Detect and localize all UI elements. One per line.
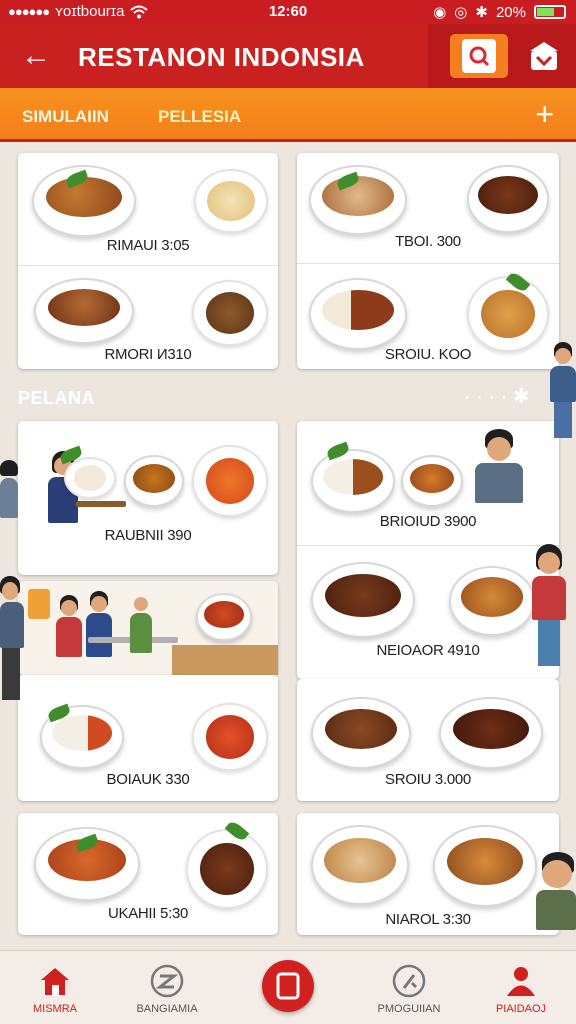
food-bowl-image [467,165,549,233]
food-bowl-image [124,455,184,507]
menu-item-label: TBOI. 300 [395,233,461,250]
menu-item-label: BOIAUK 330 [106,771,190,788]
food-bowl-image [311,449,395,513]
food-bowl-image [433,825,537,907]
home-icon [41,968,69,995]
tab-bar: SIMULAIIN PELLESIA + [0,88,576,142]
food-bowl-image [34,278,134,344]
shop-button[interactable] [526,38,562,74]
food-plate-image [64,457,116,499]
nav-category[interactable]: BANGIAMIA [112,951,222,1024]
menu-item-label: SROIU. KOO [384,346,472,363]
eye-icon: ◎ [454,4,468,21]
waitress-illustration [526,544,570,668]
menu-item-label: UKAHII 5:30 [107,905,189,922]
menu-item-label: NIAROL 3:30 [385,911,471,928]
food-bowl-image [311,825,409,905]
menu-card[interactable]: UKAHII 5:30 [18,813,278,935]
food-plate-image [192,280,268,346]
food-plate-image [192,445,268,517]
food-bowl-image [311,562,415,638]
food-bowl-image [449,566,535,636]
food-bowl-image [401,455,463,507]
nav-home-label: MISMRA [33,1003,77,1015]
category-icon [150,964,184,998]
customer-illustration [0,576,24,702]
battery-icon [534,5,566,19]
food-plate-image [186,829,268,909]
food-bowl-image [311,697,411,769]
eating-customer-illustration [532,852,576,932]
bluetooth-icon: ✱ [475,4,488,21]
menu-item-label: RIMAUI 3:05 [106,237,190,254]
menu-card[interactable]: BOIAUK 330 [18,675,278,801]
menu-item-label: SROIU 3.000 [385,771,471,788]
customer-illustration [0,460,18,530]
menu-card[interactable]: NIAROL 3:30 [297,813,559,935]
tab-simulaiin[interactable]: SIMULAIIN [22,107,109,127]
menu-card[interactable]: BRIOIUD 3900 NEIOAOR 4910 [297,421,559,679]
nav-home[interactable]: MISMRA [0,951,110,1024]
shop-box-icon [530,42,558,70]
add-tab-button[interactable]: + [535,96,554,133]
menu-item-label: NEIOAOR 4910 [376,642,480,659]
search-button[interactable] [450,34,508,78]
order-icon [392,964,426,998]
menu-card[interactable]: TBOI. 300 SROIU. KOO [297,153,559,369]
nav-order[interactable]: PMOGUIIAN [354,951,464,1024]
menu-card[interactable]: SROIU 3.000 [297,679,559,801]
profile-icon [507,967,535,996]
menu-item-label: BRIOIUD 3900 [379,513,477,530]
location-icon: ◉ [433,4,447,21]
food-plate-image [467,276,549,352]
menu-card[interactable]: RIMAUI 3:05 RMORI И310 [18,153,278,369]
chef-illustration [469,429,529,515]
food-plate-image [192,703,268,771]
cart-icon [276,972,300,1000]
page-title: RESTANON INDONSIA [78,42,365,72]
menu-item-label: RMORI И310 [104,346,192,363]
app-header: ← RESTANON INDONSIA [0,24,576,88]
search-icon [469,46,490,67]
food-plate-image [194,169,268,233]
food-bowl-image [309,278,407,350]
nav-profile-label: PIAIDAOJ [495,1003,547,1015]
nav-order-label: PMOGUIIAN [377,1003,441,1015]
food-bowl-image [439,697,543,769]
nav-profile[interactable]: PIAIDAOJ [466,951,576,1024]
center-action-button[interactable] [262,960,314,1012]
section-more-icon[interactable]: · · · · ✱ [464,384,530,409]
section-title: PELANA [18,388,96,408]
menu-card[interactable]: RAUBNII 390 [18,421,278,575]
menu-item-label: RAUBNII 390 [104,527,192,544]
tab-pellesia[interactable]: PELLESIA [158,107,241,127]
customer-illustration [550,342,576,442]
restaurant-scene-illustration [18,581,278,675]
battery-percent: 20% [495,3,526,21]
back-arrow-icon[interactable]: ← [18,38,54,74]
status-bar: ●●●●●● ʏoɪtbourɪa 12:60 ◉ ◎ ✱ 20% [0,0,576,24]
nav-category-label: BANGIAMIA [136,1003,198,1015]
